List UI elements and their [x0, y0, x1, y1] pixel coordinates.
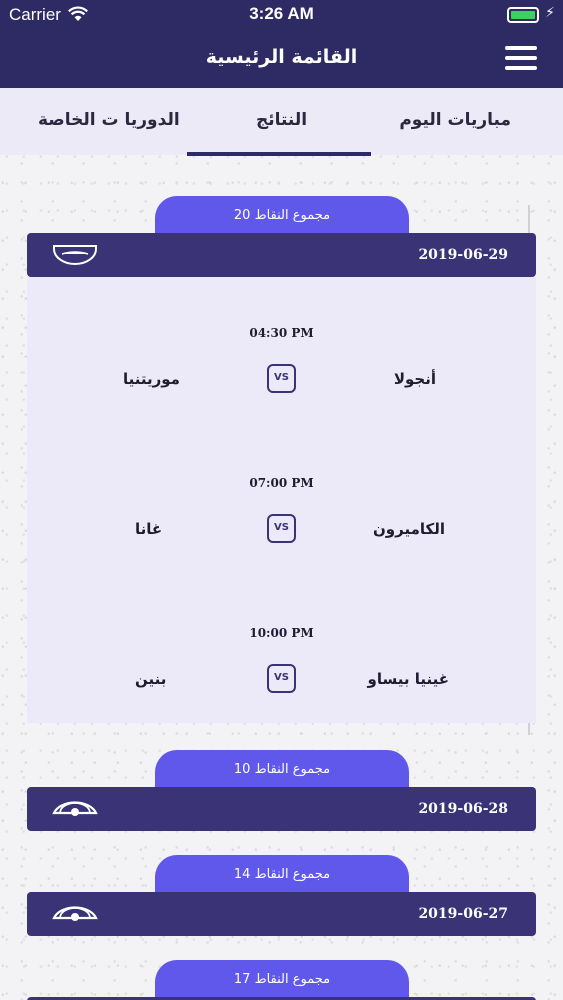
match-row[interactable]: 10:00 PM VS غينيا بيساو بنين	[27, 626, 536, 716]
vs-icon: VS	[267, 514, 296, 543]
points-total-tab: مجموع النقاط 17	[155, 960, 409, 998]
vs-icon: VS	[267, 664, 296, 693]
app-header: Carrier 3:26 AM ⚡ القائمة الرئيسية	[0, 0, 563, 88]
active-tab-indicator	[187, 152, 371, 156]
away-team: بنين	[135, 670, 167, 688]
match-row[interactable]: 07:00 PM VS الكاميرون غانا	[27, 476, 536, 566]
match-time: 04:30 PM	[249, 326, 314, 340]
match-row[interactable]: 04:30 PM VS أنجولا موريتنيا	[27, 326, 536, 416]
match-time: 07:00 PM	[249, 476, 314, 490]
points-total-tab: مجموع النقاط 20	[155, 196, 409, 234]
tab-bar: مباريات اليوم النتائج الدوريا ت الخاصة	[0, 88, 563, 156]
away-team: غانا	[135, 520, 163, 538]
bowl-closed-icon	[53, 245, 97, 265]
match-date: 2019-06-28	[418, 801, 508, 817]
match-date: 2019-06-27	[418, 906, 508, 922]
day-group: مجموع النقاط 14 2019-06-27	[0, 855, 563, 937]
status-bar: Carrier 3:26 AM ⚡	[0, 0, 563, 30]
eye-icon	[52, 906, 98, 921]
tab-private-leagues[interactable]: الدوريا ت الخاصة	[38, 110, 180, 130]
matches-list: 04:30 PM VS أنجولا موريتنيا 07:00 PM VS …	[27, 277, 536, 723]
points-total-tab: مجموع النقاط 14	[155, 855, 409, 893]
hamburger-menu-icon[interactable]	[505, 46, 537, 70]
eye-icon	[52, 801, 98, 816]
day-group: مجموع النقاط 20 2019-06-29 04:30 PM VS أ…	[0, 196, 563, 726]
match-time: 10:00 PM	[249, 626, 314, 640]
charging-icon: ⚡	[545, 5, 555, 21]
page-title: القائمة الرئيسية	[205, 46, 358, 68]
day-group: مجموع النقاط 10 2019-06-28	[0, 750, 563, 832]
date-header[interactable]: 2019-06-28	[27, 787, 536, 831]
day-group: مجموع النقاط 17	[0, 960, 563, 1000]
status-time: 3:26 AM	[249, 4, 314, 23]
away-team: موريتنيا	[123, 370, 180, 388]
battery-icon	[507, 7, 539, 23]
points-total-tab: مجموع النقاط 10	[155, 750, 409, 788]
home-team: أنجولا	[393, 370, 436, 388]
date-header[interactable]: 2019-06-27	[27, 892, 536, 936]
date-header[interactable]: 2019-06-29	[27, 233, 536, 277]
home-team: الكاميرون	[373, 520, 445, 538]
match-date: 2019-06-29	[418, 247, 508, 263]
home-team: غينيا بيساو	[367, 670, 449, 688]
vs-icon: VS	[267, 364, 296, 393]
